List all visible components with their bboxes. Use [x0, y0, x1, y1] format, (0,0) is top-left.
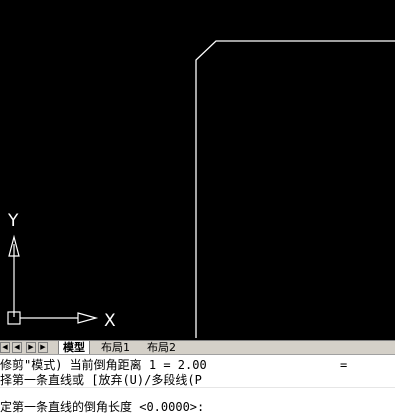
tab-layout1[interactable]: 布局1	[97, 341, 134, 355]
command-history-line-1-tail: =	[340, 358, 355, 372]
command-divider	[0, 387, 395, 388]
chamfered-polyline[interactable]	[195, 40, 395, 338]
command-history-line-1: 修剪"模式) 当前倒角距离 1 = 2.00	[0, 358, 207, 372]
first-tab-icon[interactable]: ◀	[0, 342, 10, 353]
drawing-svg: Y X	[7, 40, 395, 338]
command-prompt-line[interactable]: 定第一条直线的倒角长度 <0.0000>:	[0, 400, 204, 414]
command-window[interactable]: 修剪"模式) 当前倒角距离 1 = 2.00 = 择第一条直线或 [放弃(U)/…	[0, 354, 395, 415]
tab-model[interactable]: 模型	[58, 341, 90, 355]
drawing-canvas[interactable]: Y X	[0, 0, 395, 340]
ucs-icon	[7, 234, 99, 325]
prev-tab-icon[interactable]: ◀	[12, 342, 22, 353]
layout-tab-bar: ◀ ◀ ▶ ▶ 模型 布局1 布局2	[0, 340, 395, 355]
ucs-y-label: Y	[7, 211, 19, 231]
next-tab-icon[interactable]: ▶	[26, 342, 36, 353]
command-history-line-2: 择第一条直线或 [放弃(U)/多段线(P	[0, 373, 202, 387]
last-tab-icon[interactable]: ▶	[38, 342, 48, 353]
tab-layout2[interactable]: 布局2	[143, 341, 180, 355]
ucs-x-label: X	[104, 311, 116, 331]
